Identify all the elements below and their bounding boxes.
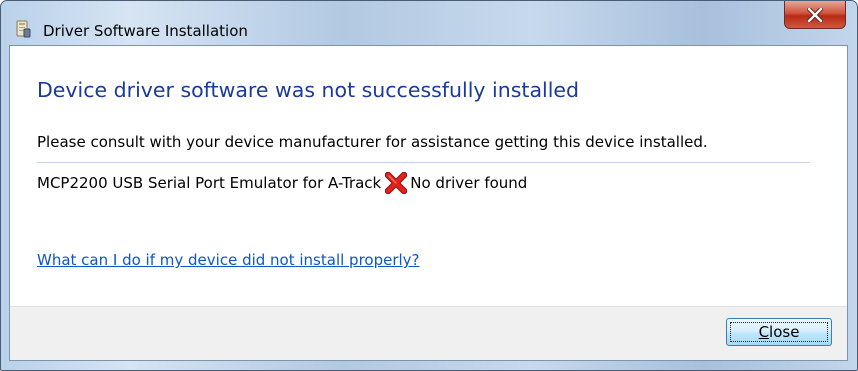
device-status: No driver found [410, 174, 528, 192]
title-bar[interactable]: Driver Software Installation [1, 1, 857, 43]
window-close-button[interactable] [784, 1, 846, 29]
dialog-client-area: Device driver software was not successfu… [9, 45, 848, 361]
page-title: Device driver software was not successfu… [37, 78, 580, 102]
dialog-window: Driver Software Installation Device driv… [0, 0, 858, 371]
error-x-icon [385, 171, 408, 195]
device-name: MCP2200 USB Serial Port Emulator for A-T… [37, 174, 382, 192]
close-icon [807, 7, 823, 22]
consult-message: Please consult with your device manufact… [37, 133, 708, 151]
focus-rectangle [730, 322, 828, 342]
divider [37, 162, 810, 163]
help-link[interactable]: What can I do if my device did not insta… [37, 251, 420, 269]
dialog-content: Device driver software was not successfu… [10, 46, 847, 306]
close-button[interactable]: Close [726, 318, 832, 346]
driver-install-icon [14, 20, 32, 38]
device-status-row: MCP2200 USB Serial Port Emulator for A-T… [37, 171, 527, 195]
dialog-footer: Close [10, 306, 847, 360]
window-title: Driver Software Installation [43, 22, 248, 40]
